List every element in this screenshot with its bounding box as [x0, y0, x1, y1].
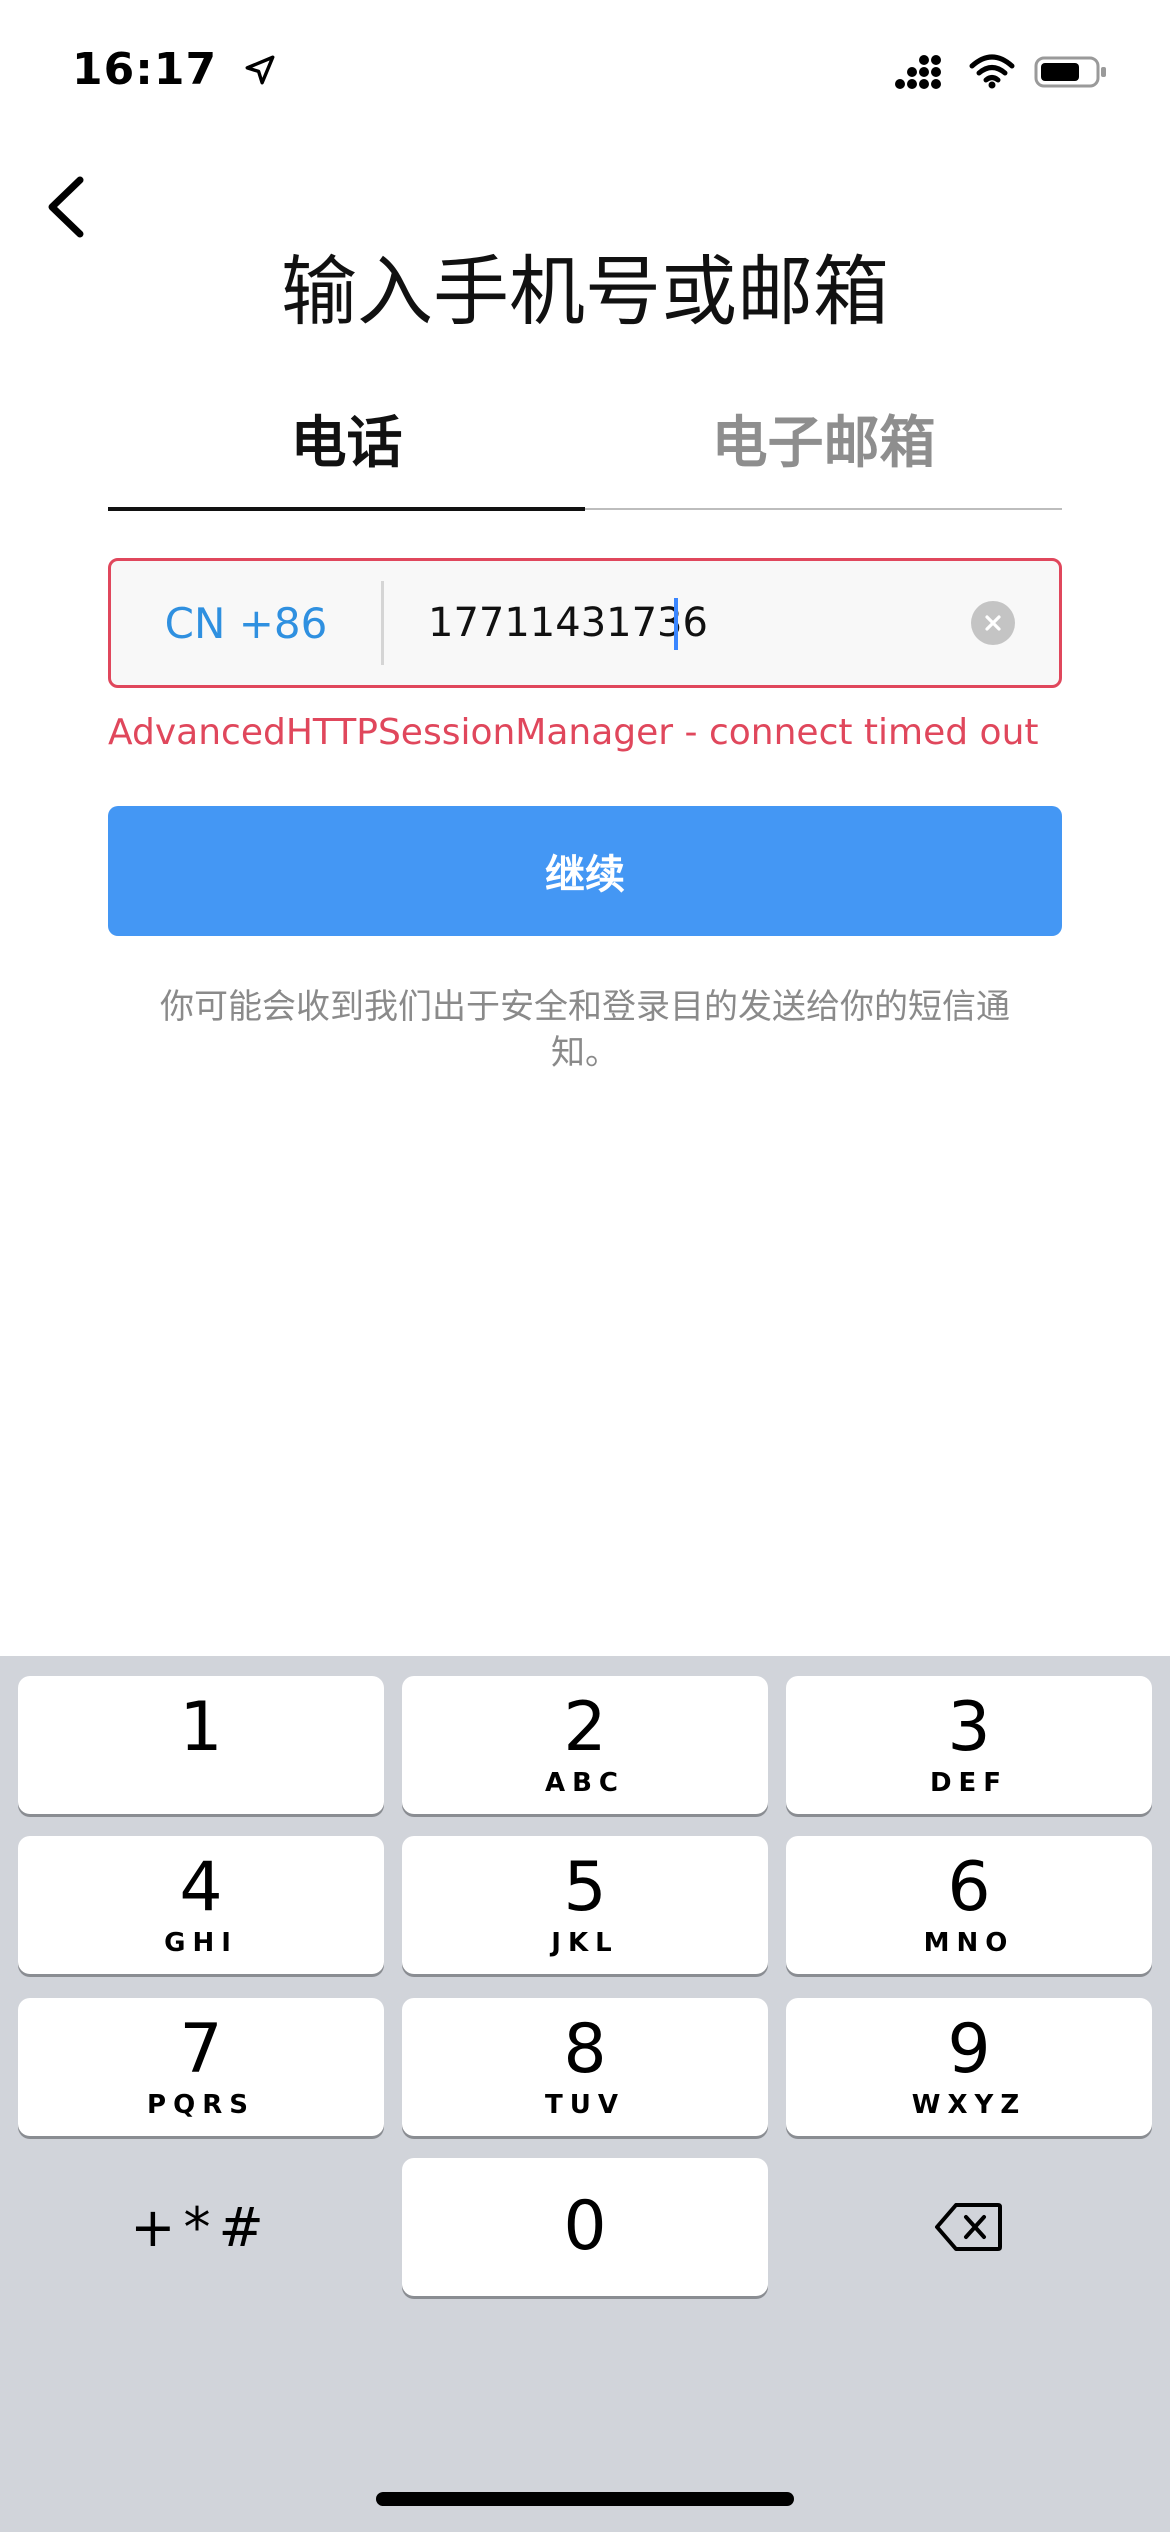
- key-letters: DEF: [929, 1768, 1009, 1798]
- key-digit: 7: [179, 2010, 223, 2089]
- key-digit: 3: [947, 1688, 991, 1767]
- key-letters: PQRS: [147, 2090, 255, 2120]
- key-digit: 4: [179, 1848, 223, 1927]
- phone-input-group: CN +86: [108, 558, 1062, 688]
- key-digit: 0: [563, 2187, 607, 2266]
- key-symbols[interactable]: +*#: [18, 2158, 384, 2296]
- page-title: 输入手机号或邮箱: [281, 247, 889, 336]
- key-letters: MNO: [923, 1928, 1015, 1958]
- key-letters: JKL: [551, 1928, 619, 1958]
- key-2[interactable]: 2 ABC: [402, 1676, 768, 1814]
- backspace-icon: [935, 2203, 1002, 2251]
- key-digit: 8: [563, 2010, 607, 2089]
- key-digit: 1: [179, 1688, 223, 1767]
- country-code-selector[interactable]: CN +86: [111, 599, 381, 648]
- key-7[interactable]: 7 PQRS: [18, 1998, 384, 2136]
- clear-input-button[interactable]: [971, 601, 1015, 645]
- key-delete[interactable]: [786, 2158, 1152, 2296]
- close-icon: [985, 615, 1001, 631]
- tab-divider: [585, 508, 1062, 510]
- key-letters: TUV: [545, 2090, 625, 2120]
- key-digit: 5: [563, 1848, 607, 1927]
- key-6[interactable]: 6 MNO: [786, 1836, 1152, 1974]
- error-message: AdvancedHTTPSessionManager - connect tim…: [108, 712, 1039, 753]
- key-3[interactable]: 3 DEF: [786, 1676, 1152, 1814]
- battery-icon: [1034, 54, 1108, 94]
- key-5[interactable]: 5 JKL: [402, 1836, 768, 1974]
- continue-button[interactable]: 继续: [108, 806, 1062, 936]
- sms-notice: 你可能会收到我们出于安全和登录目的发送给你的短信通知。: [160, 987, 1010, 1073]
- cellular-signal-icon: [894, 54, 950, 94]
- text-cursor: [674, 598, 678, 650]
- tab-email[interactable]: 电子邮箱: [585, 398, 1062, 510]
- key-letters: ABC: [544, 1768, 626, 1798]
- symbols-label: +*#: [130, 2195, 272, 2259]
- key-0[interactable]: 0: [402, 2158, 768, 2296]
- numeric-keyboard: 1 2 ABC 3 DEF 4 GHI 5 JKL 6 MNO 7 PQRS 8…: [0, 1656, 1170, 2532]
- key-digit: 9: [947, 2010, 991, 2089]
- tab-active-indicator: [108, 507, 585, 511]
- key-digit: 6: [947, 1848, 991, 1927]
- status-time: 16:17: [72, 44, 277, 98]
- tab-bar: 电话 电子邮箱: [108, 398, 1062, 510]
- wifi-icon: [968, 54, 1016, 94]
- home-indicator: [376, 2492, 794, 2506]
- status-time-text: 16:17: [72, 44, 218, 95]
- tab-phone[interactable]: 电话: [108, 398, 585, 510]
- key-digit: 2: [563, 1688, 607, 1767]
- location-arrow-icon: [243, 47, 277, 98]
- key-letters: WXYZ: [911, 2090, 1027, 2120]
- status-icons: [894, 54, 1108, 94]
- key-1[interactable]: 1: [18, 1676, 384, 1814]
- key-9[interactable]: 9 WXYZ: [786, 1998, 1152, 2136]
- key-4[interactable]: 4 GHI: [18, 1836, 384, 1974]
- key-letters: GHI: [164, 1928, 238, 1958]
- key-8[interactable]: 8 TUV: [402, 1998, 768, 2136]
